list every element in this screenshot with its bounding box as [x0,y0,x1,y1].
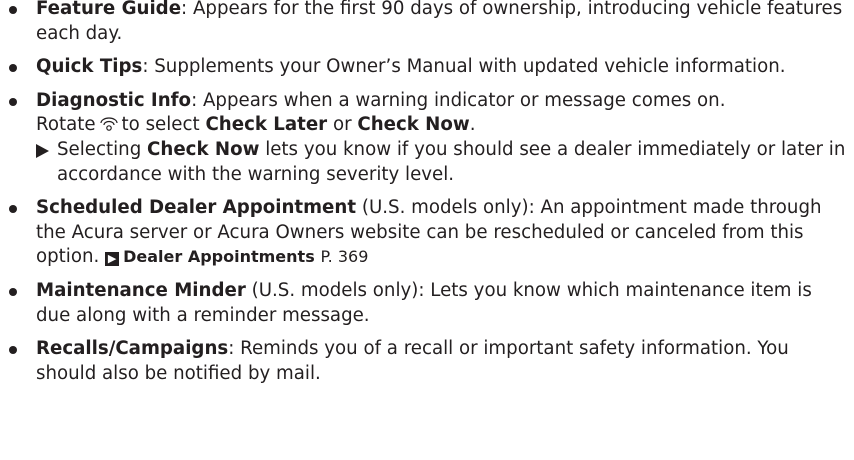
xref-page: P. 369 [320,247,369,267]
list-item-scheduled-dealer-appointment: Scheduled Dealer Appointment (U.S. model… [0,196,850,270]
list-item-maintenance-minder: Maintenance Minder (U.S. models only): L… [0,279,850,328]
item-title: Quick Tips [36,56,143,78]
xref-link-dealer-appointments[interactable]: Dealer Appointments [123,247,315,266]
bullet-icon [9,346,17,355]
option-check-now: Check Now [357,114,470,136]
bullet-icon [9,205,17,214]
list-item-quick-tips: Quick Tips: Supplements your Owner’s Man… [0,55,850,80]
diagnostic-note: Selecting Check Now lets you know if you… [36,138,850,187]
bullet-icon [9,64,17,73]
item-text: : Supplements your Owner’s Manual with u… [142,56,786,78]
option-check-later: Check Later [205,114,328,136]
rotate-label: Rotate [36,114,96,136]
item-title: Feature Guide [36,0,182,19]
feature-list: Feature Guide: Appears for the first 90 … [0,0,850,395]
note-bold: Check Now [147,138,260,160]
item-title: Maintenance Minder [36,279,246,301]
list-item-diagnostic-info: Diagnostic Info: Appears when a warning … [0,89,850,187]
cross-reference-arrow-icon: ▶ [105,252,120,267]
bullet-icon [9,6,17,14]
or-label: or [332,114,352,136]
bullet-icon [9,97,17,106]
list-item-feature-guide: Feature Guide: Appears for the first 90 … [0,0,850,46]
item-title: Recalls/Campaigns [36,338,229,360]
note-pre: Selecting [57,138,142,160]
item-qualifier: (U.S. models only) [361,197,529,219]
item-qualifier: (U.S. models only) [251,279,419,301]
note-arrow-icon [36,143,49,158]
selector-dial-icon [99,117,118,132]
item-text: : Appears when a warning indicator or me… [191,89,726,111]
list-item-recalls-campaigns: Recalls/Campaigns: Reminds you of a reca… [0,337,850,386]
bullet-icon [9,287,17,296]
to-select-label: to select [121,114,200,136]
period: . [469,114,476,136]
item-title: Scheduled Dealer Appointment [36,197,357,219]
manual-page: Feature Guide: Appears for the first 90 … [0,0,854,460]
item-title: Diagnostic Info [36,89,192,111]
